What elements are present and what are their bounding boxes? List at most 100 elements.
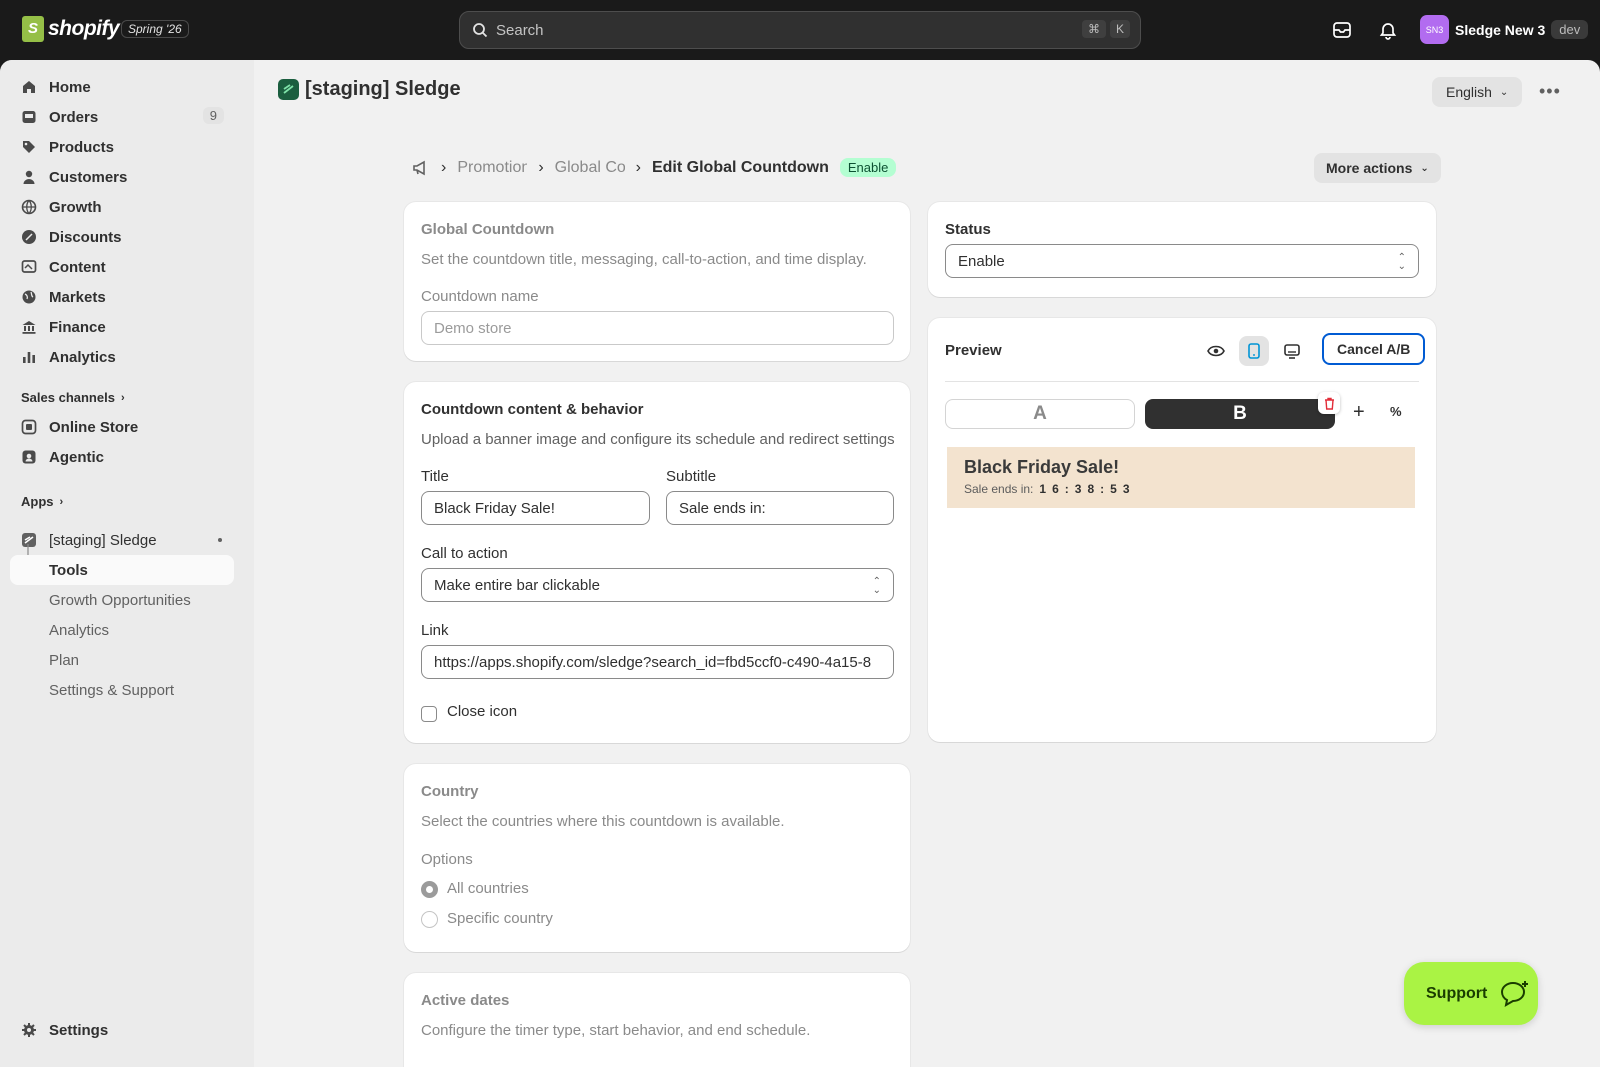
- countdown-digit: 3: [1074, 482, 1082, 496]
- cancel-ab-button[interactable]: Cancel A/B: [1322, 333, 1426, 365]
- sidebar-item-content[interactable]: Content: [10, 252, 234, 282]
- divider: [945, 381, 1419, 382]
- sidebar-item-products[interactable]: Products: [10, 132, 234, 162]
- variant-a-label: A: [1033, 403, 1047, 424]
- preview-card: Preview Cancel A/B A B + % Black Friday …: [928, 318, 1436, 742]
- sidebar-item-app-analytics[interactable]: Analytics: [10, 615, 234, 645]
- breadcrumb-promotions[interactable]: Promotions: [457, 159, 527, 177]
- sidebar-item-orders[interactable]: Orders 9: [10, 102, 234, 132]
- app-menu-ellipsis-icon[interactable]: •••: [1539, 81, 1561, 102]
- support-button[interactable]: Support: [1404, 962, 1538, 1025]
- language-value: English: [1446, 84, 1492, 100]
- shopify-bag-icon: [22, 16, 44, 42]
- sidebar-item-analytics[interactable]: Analytics: [10, 342, 234, 372]
- close-icon-label[interactable]: Close icon: [447, 703, 517, 720]
- sidebar-item-label: Products: [49, 138, 115, 156]
- brand-wordmark: shopify: [48, 17, 120, 40]
- card-title: Countdown content & behavior: [421, 401, 644, 418]
- link-input[interactable]: https://apps.shopify.com/sledge?search_i…: [421, 645, 894, 679]
- search-bar[interactable]: Search ⌘ K: [459, 11, 1141, 49]
- title-value: Black Friday Sale!: [434, 499, 555, 517]
- sales-channels-heading[interactable]: Sales channels ›: [21, 390, 125, 405]
- sidebar-item-label: Agentic: [49, 448, 105, 466]
- subtitle-label: Subtitle: [666, 468, 717, 485]
- select-updown-icon: ⌃ ⌄: [1397, 252, 1406, 272]
- title-input[interactable]: Black Friday Sale!: [421, 491, 650, 525]
- countdown-name-label: Countdown name: [421, 288, 539, 305]
- app-title-text: [staging] Sledge: [305, 78, 461, 100]
- variant-b-button[interactable]: B: [1145, 399, 1335, 429]
- sidebar-item-plan[interactable]: Plan: [10, 645, 234, 675]
- store-name: Sledge New 3: [1455, 21, 1546, 38]
- apps-heading[interactable]: Apps ›: [21, 494, 63, 509]
- specific-country-label[interactable]: Specific country: [447, 910, 553, 927]
- store-tag: dev: [1551, 20, 1589, 39]
- subtitle-input[interactable]: Sale ends in:: [666, 491, 894, 525]
- split-percent-icon[interactable]: %: [1390, 404, 1402, 419]
- sidebar-item-label: Orders: [49, 108, 99, 126]
- banner-countdown: Sale ends in: 1 6 : 3 8 : 5 3: [964, 482, 1130, 496]
- specific-country-radio[interactable]: [421, 911, 438, 928]
- agentic-icon: [22, 450, 36, 464]
- sidebar-item-tools[interactable]: Tools: [10, 555, 234, 585]
- sidebar-item-sledge-app[interactable]: [staging] Sledge: [10, 525, 234, 555]
- markets-icon: [22, 290, 36, 304]
- sidebar-item-agentic[interactable]: Agentic: [10, 442, 234, 472]
- inbox-tray-icon[interactable]: [1332, 20, 1352, 40]
- sidebar-item-home[interactable]: Home: [10, 72, 234, 102]
- sidebar-item-settings[interactable]: Settings: [10, 1015, 234, 1045]
- link-label: Link: [421, 622, 449, 639]
- desktop-view-icon[interactable]: [1277, 336, 1307, 366]
- tag-icon: [23, 141, 35, 153]
- delete-variant-trash-icon[interactable]: [1318, 392, 1340, 414]
- more-actions-button[interactable]: More actions ⌄: [1314, 153, 1441, 183]
- sidebar-item-growth-opportunities[interactable]: Growth Opportunities: [10, 585, 234, 615]
- add-variant-plus-icon[interactable]: +: [1353, 402, 1365, 422]
- close-icon-checkbox[interactable]: [421, 706, 437, 722]
- store-menu[interactable]: SN3 Sledge New 3 dev: [1420, 15, 1589, 44]
- sidebar-item-label: Finance: [49, 318, 106, 336]
- breadcrumb-global-countdown[interactable]: Global Countdown: [555, 159, 625, 177]
- countdown-digit: 5: [1110, 482, 1117, 496]
- sidebar-item-discounts[interactable]: Discounts: [10, 222, 234, 252]
- status-select[interactable]: Enable ⌃ ⌄: [945, 244, 1419, 278]
- countdown-name-placeholder: Demo store: [434, 319, 512, 337]
- sidebar-item-online-store[interactable]: Online Store: [10, 412, 234, 442]
- bell-icon[interactable]: [1378, 20, 1398, 40]
- cta-select[interactable]: Make entire bar clickable ⌃ ⌄: [421, 568, 894, 602]
- variant-a-button[interactable]: A: [945, 399, 1135, 429]
- sidebar-item-label: Tools: [49, 561, 88, 579]
- language-selector[interactable]: English ⌄: [1432, 77, 1523, 107]
- pin-dot-icon: [218, 538, 222, 542]
- active-dates-card: Active dates Configure the timer type, s…: [404, 973, 910, 1067]
- card-title: Country: [421, 783, 479, 800]
- megaphone-icon[interactable]: [412, 160, 430, 176]
- countdown-name-input[interactable]: Demo store: [421, 311, 894, 345]
- sidebar-item-settings-support[interactable]: Settings & Support: [10, 675, 234, 705]
- sidebar-item-label: Growth: [49, 198, 102, 216]
- status-value: Enable: [958, 252, 1005, 270]
- orders-count-badge: 9: [202, 107, 224, 124]
- bank-icon: [22, 321, 36, 334]
- sidebar-item-finance[interactable]: Finance: [10, 312, 234, 342]
- sidebar-item-growth[interactable]: Growth: [10, 192, 234, 222]
- chevron-down-icon: ⌄: [1420, 162, 1429, 174]
- card-title: Status: [945, 221, 991, 238]
- sidebar-item-markets[interactable]: Markets: [10, 282, 234, 312]
- sidebar-item-label: Online Store: [49, 418, 139, 436]
- all-countries-radio[interactable]: [421, 881, 438, 898]
- chart-icon: [23, 352, 35, 363]
- k-key: K: [1109, 20, 1130, 38]
- countdown-content-card: Countdown content & behavior Upload a ba…: [404, 382, 910, 743]
- all-countries-label[interactable]: All countries: [447, 880, 529, 897]
- sidebar-item-label: Home: [49, 78, 91, 96]
- cmd-key: ⌘: [1081, 20, 1106, 38]
- sidebar: Home Orders 9 Products Customers Growth …: [0, 60, 254, 1067]
- sidebar-item-label: Analytics: [49, 348, 116, 366]
- eye-icon[interactable]: [1201, 336, 1231, 366]
- mobile-view-icon[interactable]: [1239, 336, 1269, 366]
- shopify-logo[interactable]: shopify: [22, 16, 120, 42]
- options-label: Options: [421, 851, 473, 868]
- sidebar-item-customers[interactable]: Customers: [10, 162, 234, 192]
- discount-icon: [22, 230, 36, 244]
